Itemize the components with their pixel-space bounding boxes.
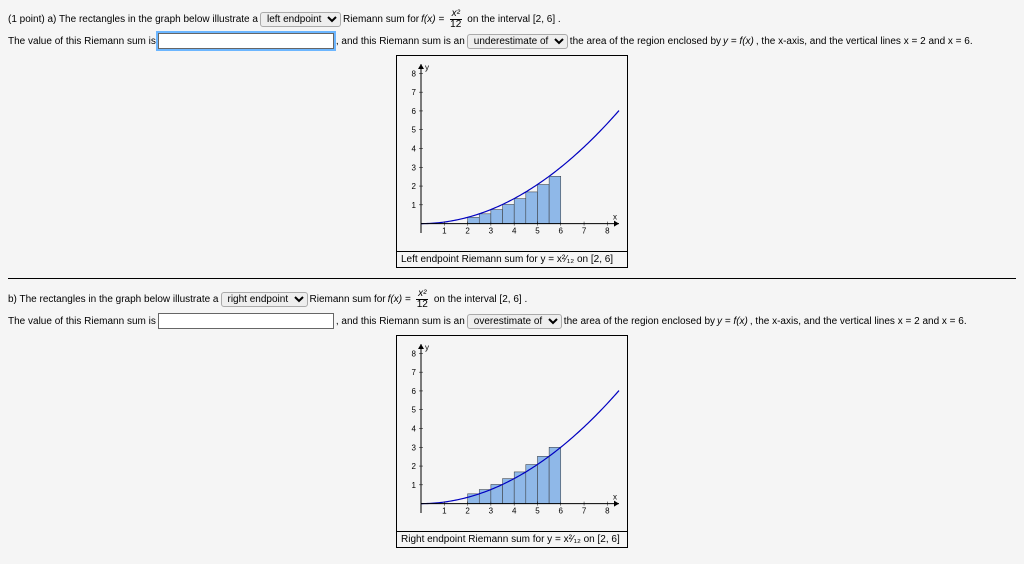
svg-text:8: 8 bbox=[605, 507, 610, 516]
text: on the interval [2, 6] . bbox=[434, 294, 527, 305]
svg-text:y: y bbox=[425, 63, 429, 72]
svg-text:4: 4 bbox=[412, 425, 417, 434]
text: (1 point) a) The rectangles in the graph… bbox=[8, 14, 258, 25]
svg-text:3: 3 bbox=[489, 227, 494, 236]
svg-text:2: 2 bbox=[412, 182, 417, 191]
text: the area of the region enclosed by bbox=[570, 36, 721, 47]
endpoint-select-b[interactable]: right endpoint bbox=[221, 292, 308, 307]
text: The value of this Riemann sum is bbox=[8, 316, 156, 327]
graph-a-caption: Left endpoint Riemann sum for y = x²⁄₁₂ … bbox=[397, 251, 627, 267]
svg-text:6: 6 bbox=[559, 507, 564, 516]
svg-text:6: 6 bbox=[559, 227, 564, 236]
svg-text:x: x bbox=[613, 493, 617, 502]
graph-b: x y 1 2 3 4 5 6 7 8 1 2 3 4 5 6 7 8 Right endpoint Rieman… bbox=[396, 335, 628, 548]
svg-text:1: 1 bbox=[442, 507, 447, 516]
svg-text:7: 7 bbox=[412, 368, 417, 377]
denominator: 12 bbox=[448, 20, 463, 30]
text: the area of the region enclosed by bbox=[564, 316, 715, 327]
part-a-line2: The value of this Riemann sum is , and t… bbox=[8, 33, 1016, 49]
text: on the interval [2, 6] . bbox=[467, 14, 560, 25]
svg-text:5: 5 bbox=[412, 406, 417, 415]
svg-text:8: 8 bbox=[605, 227, 610, 236]
text: , and this Riemann sum is an bbox=[336, 36, 465, 47]
svg-text:2: 2 bbox=[412, 462, 417, 471]
svg-text:1: 1 bbox=[442, 227, 447, 236]
svg-text:2: 2 bbox=[465, 227, 470, 236]
text: , and this Riemann sum is an bbox=[336, 316, 465, 327]
riemann-value-input-b[interactable] bbox=[158, 313, 334, 329]
fraction: x² 12 bbox=[415, 289, 430, 310]
svg-text:6: 6 bbox=[412, 107, 417, 116]
svg-text:8: 8 bbox=[412, 349, 417, 358]
svg-text:4: 4 bbox=[512, 507, 517, 516]
svg-text:3: 3 bbox=[489, 507, 494, 516]
svg-text:1: 1 bbox=[412, 481, 417, 490]
fx-label: f(x) = bbox=[421, 14, 444, 25]
svg-text:4: 4 bbox=[412, 145, 417, 154]
svg-text:y: y bbox=[425, 343, 429, 352]
text: Riemann sum for bbox=[343, 14, 419, 25]
estimate-select-a[interactable]: underestimate of bbox=[467, 34, 568, 49]
svg-text:x: x bbox=[613, 213, 617, 222]
graph-a: x y 1 2 3 4 5 6 7 8 1 2 3 4 5 6 7 8 Left endpoint Riemann… bbox=[396, 55, 628, 268]
text: b) The rectangles in the graph below ill… bbox=[8, 294, 219, 305]
estimate-select-b[interactable]: overestimate of bbox=[467, 314, 562, 329]
part-b-line1: b) The rectangles in the graph below ill… bbox=[8, 289, 1016, 310]
svg-text:5: 5 bbox=[412, 126, 417, 135]
svg-text:5: 5 bbox=[535, 507, 540, 516]
y-equals-fx: y = f(x) bbox=[723, 36, 754, 47]
svg-text:4: 4 bbox=[512, 227, 517, 236]
svg-text:5: 5 bbox=[535, 227, 540, 236]
svg-text:7: 7 bbox=[412, 88, 417, 97]
text: Riemann sum for bbox=[310, 294, 386, 305]
divider bbox=[8, 278, 1016, 279]
svg-text:6: 6 bbox=[412, 387, 417, 396]
text: The value of this Riemann sum is bbox=[8, 36, 156, 47]
svg-text:3: 3 bbox=[412, 163, 417, 172]
svg-text:7: 7 bbox=[582, 507, 587, 516]
svg-text:3: 3 bbox=[412, 443, 417, 452]
text: , the x-axis, and the vertical lines x =… bbox=[750, 316, 967, 327]
y-equals-fx: y = f(x) bbox=[717, 316, 748, 327]
svg-text:1: 1 bbox=[412, 201, 417, 210]
fx-label: f(x) = bbox=[388, 294, 411, 305]
svg-text:2: 2 bbox=[465, 507, 470, 516]
fraction: x² 12 bbox=[448, 9, 463, 30]
svg-text:8: 8 bbox=[412, 69, 417, 78]
part-b-line2: The value of this Riemann sum is , and t… bbox=[8, 313, 1016, 329]
riemann-value-input-a[interactable] bbox=[158, 33, 334, 49]
svg-text:7: 7 bbox=[582, 227, 587, 236]
text: , the x-axis, and the vertical lines x =… bbox=[756, 36, 973, 47]
graph-b-caption: Right endpoint Riemann sum for y = x²⁄₁₂… bbox=[397, 531, 627, 547]
denominator: 12 bbox=[415, 300, 430, 310]
part-a-line1: (1 point) a) The rectangles in the graph… bbox=[8, 9, 1016, 30]
endpoint-select-a[interactable]: left endpoint bbox=[260, 12, 341, 27]
